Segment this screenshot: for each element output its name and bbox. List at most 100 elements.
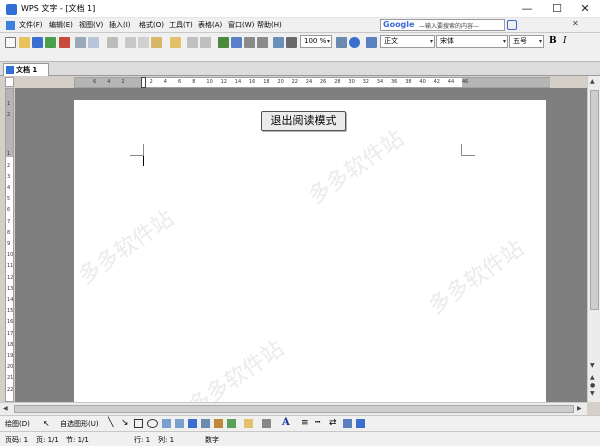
menu-help[interactable]: 帮助(H) <box>257 20 282 30</box>
horizontal-scrollbar[interactable]: ◀ ▶ <box>0 402 587 415</box>
columns-icon[interactable] <box>244 37 255 48</box>
select-objects-icon[interactable]: ↖ <box>43 419 50 428</box>
font-size-select[interactable]: 五号 ▾ <box>509 35 544 48</box>
ruler-tick-label: 30 <box>348 79 355 85</box>
menu-file[interactable]: 文件(F) <box>19 20 43 30</box>
menu-tools[interactable]: 工具(T) <box>169 20 193 30</box>
diagram-icon[interactable] <box>201 419 210 428</box>
menubar-close-icon[interactable]: ✕ <box>572 19 579 28</box>
tab-document-1[interactable]: 文档 1 <box>3 63 49 76</box>
exit-reading-mode-button[interactable]: 退出阅读模式 <box>261 111 346 131</box>
line-tool-icon[interactable]: ╲ <box>108 418 113 428</box>
print-preview-icon[interactable] <box>88 37 99 48</box>
previous-page-icon[interactable]: ▲ <box>590 374 595 381</box>
menu-insert[interactable]: 插入(I) <box>109 20 131 30</box>
indent-marker[interactable] <box>141 77 146 88</box>
vruler-tick-label: 11 <box>7 263 14 270</box>
dash-style-icon[interactable]: ┅ <box>315 418 320 428</box>
search-input[interactable]: —输入要搜索的内容— <box>419 21 479 30</box>
scroll-down-arrow-icon[interactable]: ▼ <box>590 362 595 369</box>
menu-edit[interactable]: 编辑(E) <box>49 20 73 30</box>
fill-color-icon[interactable] <box>244 419 253 428</box>
font-select[interactable]: 宋体 ▾ <box>436 35 508 48</box>
menu-window[interactable]: 窗口(W) <box>228 20 254 30</box>
autoshapes-button[interactable]: 自选图形(U) <box>60 419 99 429</box>
ruler-corner-tab-selector[interactable] <box>5 77 14 87</box>
vruler-tick-label: 3 <box>7 173 11 180</box>
clip-art-icon[interactable] <box>214 419 223 428</box>
document-map-icon[interactable] <box>273 37 284 48</box>
3d-style-icon[interactable] <box>356 419 365 428</box>
styles-icon[interactable] <box>366 37 377 48</box>
spellcheck-icon[interactable] <box>107 37 118 48</box>
ruler-tick-label: 26 <box>320 79 327 85</box>
bold-button[interactable]: B <box>549 36 557 46</box>
google-search-box[interactable]: Google —输入要搜索的内容— <box>380 19 505 31</box>
draw-menu-button[interactable]: 绘图(D) <box>5 419 30 429</box>
vertical-scrollbar[interactable]: ▲ ▼ ▲ ● ▼ <box>587 76 600 402</box>
scroll-up-arrow-icon[interactable]: ▲ <box>590 78 595 85</box>
standard-toolbar: 100 % ▾ 正文 ▾ 宋体 ▾ 五号 ▾ B I <box>0 33 600 62</box>
new-document-icon[interactable] <box>5 37 16 48</box>
font-color-icon[interactable]: A <box>282 417 290 428</box>
ruler-tick-label: 42 <box>433 79 440 85</box>
vruler-tick-label: 16 <box>7 319 14 326</box>
redo-icon[interactable] <box>200 37 211 48</box>
zoom-value: 100 % <box>304 37 327 45</box>
vruler-tick-label: 12 <box>7 274 14 281</box>
arrow-style-icon[interactable]: ⇄ <box>329 418 337 428</box>
ruler-tick-label: 18 <box>263 79 270 85</box>
google-go-icon[interactable] <box>507 20 517 30</box>
italic-button[interactable]: I <box>563 36 567 46</box>
select-browse-object-icon[interactable]: ● <box>590 382 595 389</box>
help-icon[interactable] <box>349 37 360 48</box>
ruler-tick-label: 16 <box>249 79 256 85</box>
line-style-icon[interactable]: ≡ <box>301 418 309 428</box>
undo-icon[interactable] <box>187 37 198 48</box>
vertical-textbox-icon[interactable] <box>175 419 184 428</box>
cut-icon[interactable] <box>125 37 136 48</box>
show-marks-icon[interactable] <box>286 37 297 48</box>
zoom-select[interactable]: 100 % ▾ <box>300 35 332 48</box>
scroll-left-arrow-icon[interactable]: ◀ <box>3 405 8 412</box>
insert-table-icon[interactable] <box>231 37 242 48</box>
document-tab-icon <box>6 66 14 74</box>
horizontal-ruler[interactable]: 6 4 2 2 4 6 8 10 12 14 16 18 20 22 24 26 28 30 32 34 36 38 40 4… <box>74 77 550 88</box>
close-button[interactable]: ✕ <box>570 0 600 18</box>
scroll-right-arrow-icon[interactable]: ▶ <box>577 405 582 412</box>
print-icon[interactable] <box>75 37 86 48</box>
drawing-icon[interactable] <box>257 37 268 48</box>
export-icon[interactable] <box>45 37 56 48</box>
ellipse-tool-icon[interactable] <box>147 419 158 428</box>
menu-format[interactable]: 格式(O) <box>139 20 164 30</box>
open-folder-icon[interactable] <box>19 37 30 48</box>
line-color-icon[interactable] <box>262 419 271 428</box>
save-icon[interactable] <box>32 37 43 48</box>
vertical-ruler[interactable]: 1 2 1 2 3 4 5 6 7 8 9 10 11 12 13 14 15 16 17 18 19 20 21 22 <box>5 88 14 402</box>
pdf-icon[interactable] <box>59 37 70 48</box>
format-painter-icon[interactable] <box>170 37 181 48</box>
wordart-icon[interactable] <box>188 419 197 428</box>
maximize-button[interactable]: ☐ <box>542 0 572 18</box>
text-cursor <box>143 156 144 166</box>
insert-picture-icon[interactable] <box>227 419 236 428</box>
menu-view[interactable]: 视图(V) <box>79 20 103 30</box>
copy-icon[interactable] <box>138 37 149 48</box>
style-select[interactable]: 正文 ▾ <box>380 35 435 48</box>
crop-mark-top-left-h <box>130 155 144 156</box>
shadow-style-icon[interactable] <box>343 419 352 428</box>
vertical-scroll-thumb[interactable] <box>590 90 599 310</box>
textbox-tool-icon[interactable] <box>162 419 171 428</box>
vruler-tick-label: 18 <box>7 341 14 348</box>
hyperlink-icon[interactable] <box>218 37 229 48</box>
vruler-tick-label: 13 <box>7 285 14 292</box>
find-icon[interactable] <box>336 37 347 48</box>
rectangle-tool-icon[interactable] <box>134 419 143 428</box>
arrow-tool-icon[interactable]: ↘ <box>121 418 129 428</box>
paste-icon[interactable] <box>151 37 162 48</box>
menu-table[interactable]: 表格(A) <box>198 20 222 30</box>
next-page-icon[interactable]: ▼ <box>590 390 595 397</box>
ruler-tick-label: 6 <box>178 79 182 85</box>
minimize-button[interactable]: — <box>512 0 542 18</box>
horizontal-scroll-thumb[interactable] <box>14 405 574 413</box>
